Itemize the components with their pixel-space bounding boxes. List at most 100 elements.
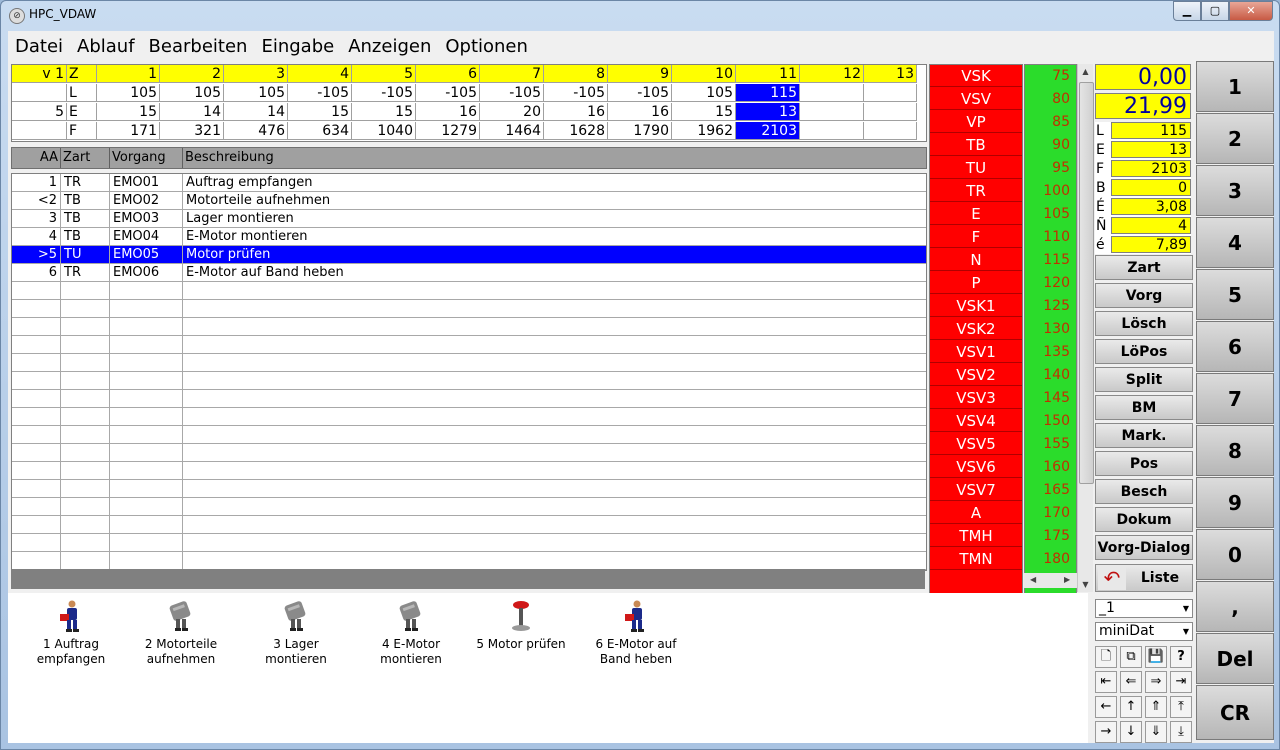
grid-cell[interactable]: 171 [97,122,160,140]
arrow-down-icon[interactable]: ↓ [1120,721,1142,743]
menu-bearbeiten[interactable]: Bearbeiten [142,35,255,59]
grid-cell[interactable]: 321 [160,122,224,140]
grid-header-cell[interactable]: 4 [288,65,352,83]
vertical-scrollbar[interactable]: ▲ ▼ [1077,64,1094,592]
red-list-item[interactable]: F [930,226,1022,248]
red-list-item[interactable]: E [930,203,1022,225]
grid-cell[interactable]: 16 [544,103,608,121]
value-grid[interactable]: v 1 Z 1 2 3 4 5 6 7 8 9 10 11 12 13 L 105 105 105 -105 -105-… [11,64,927,142]
grid-header-cell[interactable]: 13 [864,65,917,83]
grid-row-label[interactable]: F [67,122,97,140]
green-list-item[interactable]: 115 [1025,249,1073,272]
grid-row-index[interactable] [12,84,67,102]
top-icon[interactable]: ⤒ [1170,696,1192,718]
green-list-item[interactable]: 110 [1025,226,1073,249]
green-list-item[interactable]: 120 [1025,272,1073,295]
scroll-right-icon[interactable]: ▶ [1064,575,1070,584]
fast-down-icon[interactable]: ⇓ [1145,721,1167,743]
table-row[interactable] [12,318,926,336]
table-row[interactable] [12,498,926,516]
scroll-down-icon[interactable]: ▼ [1078,577,1093,592]
numpad-9-button[interactable]: 9 [1196,477,1274,528]
table-row[interactable] [12,372,926,390]
red-list-item[interactable]: VSV2 [930,364,1022,386]
red-list-item[interactable]: TB [930,134,1022,156]
red-list-item[interactable]: VP [930,111,1022,133]
grid-cell[interactable]: 105 [97,84,160,102]
save-icon[interactable]: 💾 [1145,646,1167,668]
table-row[interactable] [12,552,926,570]
grid-header-cell[interactable]: 7 [480,65,544,83]
grid-header-cell[interactable]: 5 [352,65,416,83]
grid-header-cell[interactable]: 3 [224,65,288,83]
numpad-comma-button[interactable]: , [1196,581,1274,632]
grid-cell[interactable]: 15 [97,103,160,121]
grid-header-cell[interactable]: 12 [800,65,864,83]
grid-cell[interactable]: -105 [416,84,480,102]
table-row[interactable] [12,282,926,300]
grid-cell[interactable]: 15 [352,103,416,121]
arrow-right-icon[interactable]: → [1095,721,1117,743]
grid-row-label[interactable]: E [67,103,97,121]
action-button-besch[interactable]: Besch [1095,479,1193,504]
red-list-item[interactable]: TMN [930,548,1022,570]
grid-cell[interactable]: -105 [608,84,672,102]
table-row[interactable] [12,354,926,372]
numpad-del-button[interactable]: Del [1196,633,1274,684]
grid-cell[interactable]: 115 [736,84,800,102]
liste-button[interactable]: ↶ Liste [1095,564,1193,592]
green-list-item[interactable]: 155 [1025,433,1073,456]
last-icon[interactable]: ⇥ [1170,671,1192,693]
grid-row-label[interactable]: L [67,84,97,102]
title-bar[interactable]: ⊘ HPC_VDAW ▁ ▢ ✕ [1,1,1279,29]
action-button-vorg-dialog[interactable]: Vorg-Dialog [1095,535,1193,560]
grid-cell[interactable]: -105 [480,84,544,102]
red-list-item[interactable]: TR [930,180,1022,202]
red-list-item[interactable]: N [930,249,1022,271]
action-button-split[interactable]: Split [1095,367,1193,392]
red-list-item[interactable]: VSV7 [930,479,1022,501]
minimize-button[interactable]: ▁ [1173,1,1201,21]
column-header-aa[interactable]: AA [12,148,61,168]
select-minidat[interactable]: miniDat ▼ [1095,622,1193,641]
green-list-item[interactable]: 130 [1025,318,1073,341]
green-list-item[interactable]: 85 [1025,111,1073,134]
grid-cell[interactable] [800,122,864,140]
table-row[interactable]: 1 TR EMO01 Auftrag empfangen [12,174,926,192]
table-row[interactable]: <2 TB EMO02 Motorteile aufnehmen [12,192,926,210]
help-icon[interactable]: ? [1170,646,1192,668]
green-list-item[interactable]: 140 [1025,364,1073,387]
table-row[interactable] [12,534,926,552]
column-header-vorgang[interactable]: Vorgang [110,148,183,168]
grid-cell[interactable]: 14 [160,103,224,121]
numpad-cr-button[interactable]: CR [1196,685,1274,740]
grid-cell[interactable] [800,84,864,102]
table-row[interactable] [12,462,926,480]
horizontal-scrollbar[interactable]: ◀ ▶ [1024,573,1077,588]
action-button-bm[interactable]: BM [1095,395,1193,420]
fast-back-icon[interactable]: ⇐ [1120,671,1142,693]
process-table[interactable]: 1 TR EMO01 Auftrag empfangen <2 TB EMO02 Motort… [11,173,927,571]
maximize-button[interactable]: ▢ [1201,1,1229,21]
green-list-item[interactable]: 135 [1025,341,1073,364]
green-list-item[interactable]: 170 [1025,502,1073,525]
grid-cell[interactable]: 16 [416,103,480,121]
process-step-item[interactable]: 6 E-Motor auf Band heben [581,599,691,667]
bottom-icon[interactable]: ⤓ [1170,721,1192,743]
green-value-list[interactable]: 75 80 85 90 95 100 105 110 115 120 125 130 135 140 145… [1024,64,1077,594]
grid-header-cell[interactable]: 2 [160,65,224,83]
red-list-item[interactable]: VSV6 [930,456,1022,478]
table-row[interactable] [12,426,926,444]
green-list-item[interactable]: 165 [1025,479,1073,502]
red-list-item[interactable]: VSV4 [930,410,1022,432]
grid-cell[interactable] [864,103,917,121]
copy-document-icon[interactable]: ⧉ [1120,646,1142,668]
grid-header-cell[interactable]: Z [67,65,97,83]
close-button[interactable]: ✕ [1229,1,1273,21]
grid-cell[interactable]: 105 [160,84,224,102]
grid-cell[interactable]: 634 [288,122,352,140]
green-list-item[interactable]: 95 [1025,157,1073,180]
column-header-zart[interactable]: Zart [61,148,110,168]
numpad-6-button[interactable]: 6 [1196,321,1274,372]
scroll-thumb[interactable] [1079,82,1094,484]
